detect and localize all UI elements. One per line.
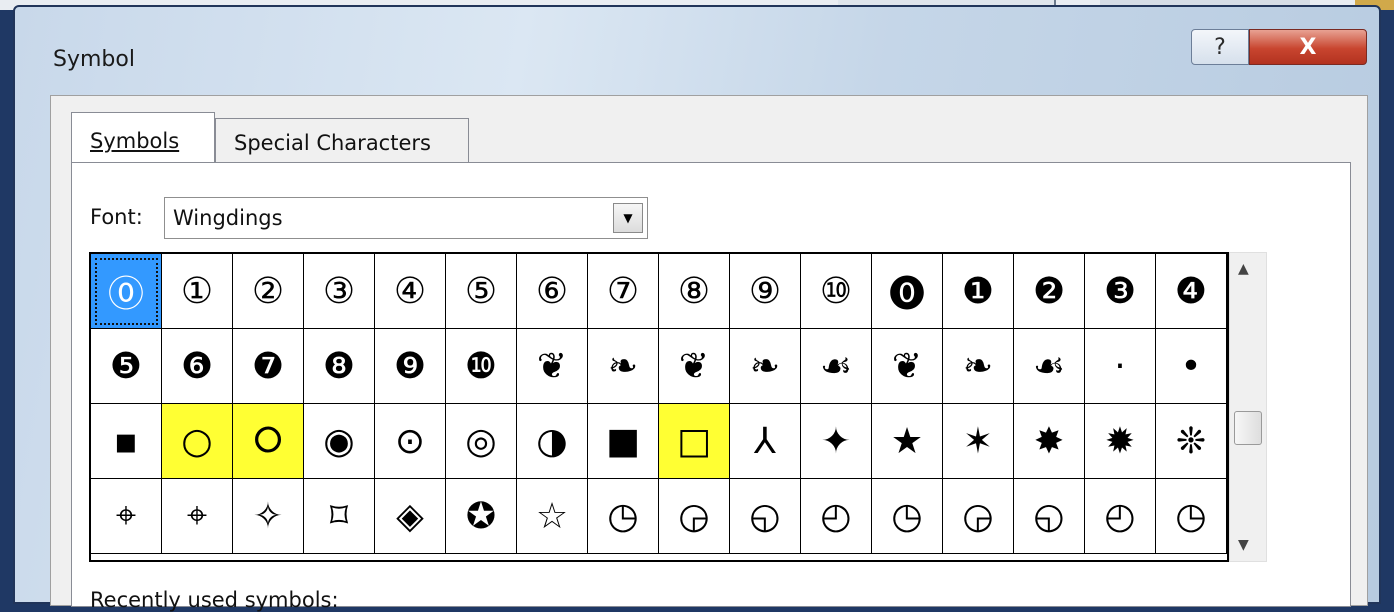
symbol-cell[interactable]: ◉ [304,404,375,479]
symbol-cell[interactable]: ② [233,254,304,329]
symbol-cell[interactable]: ❸ [1085,254,1156,329]
symbol-cell[interactable]: ④ [375,254,446,329]
symbol-cell[interactable]: ⌖ [162,479,233,554]
symbol-cell[interactable]: ⑤ [446,254,517,329]
close-button[interactable]: X [1249,29,1367,65]
title-bar[interactable]: Symbol ? X [15,7,1379,95]
symbol-cell[interactable]: ③ [304,254,375,329]
recently-used-label: Recently used symbols: [90,588,339,612]
symbol-cell[interactable]: ◶ [943,479,1014,554]
symbol-cell[interactable]: ◶ [659,479,730,554]
symbol-cell[interactable]: ❻ [162,329,233,404]
font-select[interactable]: Wingdings ▼ [164,197,648,239]
symbol-cell[interactable]: ❦ [872,329,943,404]
symbol-cell[interactable]: ❹ [1156,254,1227,329]
symbol-cell[interactable]: ⌖ [91,479,162,554]
symbol-cell[interactable]: ⑨ [730,254,801,329]
scroll-thumb[interactable] [1234,411,1262,445]
symbol-cell[interactable]: ★ [872,404,943,479]
symbol-cell[interactable]: ✧ [233,479,304,554]
font-select-value: Wingdings [173,206,283,230]
symbol-cell[interactable]: ⑥ [517,254,588,329]
symbol-cell[interactable]: ◷ [588,479,659,554]
symbol-cell[interactable]: ✸ [1014,404,1085,479]
symbol-cell[interactable]: ⓪ [91,254,162,329]
symbol-cell[interactable]: ✦ [801,404,872,479]
symbol-cell[interactable]: □ [659,404,730,479]
symbol-cell[interactable]: ✹ [1085,404,1156,479]
dialog-title: Symbol [53,47,135,72]
symbol-cell[interactable]: ❺ [91,329,162,404]
symbol-cell[interactable]: ❶ [943,254,1014,329]
tab-symbols-label: Symbols [90,129,180,153]
symbol-cell[interactable]: ❽ [304,329,375,404]
symbol-cell[interactable]: ⑩ [801,254,872,329]
tab-special-characters-label: Special Characters [234,131,431,155]
symbol-cell[interactable]: ❧ [588,329,659,404]
symbol-grid-scrollbar[interactable]: ▲ ▼ [1229,252,1267,562]
symbol-cell[interactable]: ☆ [517,479,588,554]
scroll-up-icon[interactable]: ▲ [1238,261,1249,277]
symbol-cell[interactable]: ✪ [446,479,517,554]
font-label: Font: [90,205,143,229]
symbol-cell[interactable]: • [1156,329,1227,404]
tab-symbols[interactable]: Symbols [71,112,215,164]
symbol-cell[interactable]: ❊ [1156,404,1227,479]
symbol-cell[interactable]: ◎ [446,404,517,479]
symbol-grid[interactable]: ⓪ ① ② ③ ④ ⑤ ⑥ ⑦ ⑧ ⑨ ⑩ ⓿ ❶ ❷ ❸ ❹ ❺ ❻ ❼ ❽ ❾ ❿ ❦ ❧ ❦ ❧ ☙ ❦ ❧ ☙ · • ▪ ○ ⭘ ◉ ⊙ ◎ ◑ ■… [89,252,1229,562]
symbol-dialog: Symbol ? X Symbols Special Characters Fo… [13,5,1381,612]
symbol-cell[interactable]: ⅄ [730,404,801,479]
chevron-down-icon[interactable]: ▼ [613,203,643,233]
symbols-tab-panel: Font: Wingdings ▼ ⓪①②③④⑤⑥⑦⑧⑨⑩⓿❶❷❸❹ ❺❻❼❽❾❿… [71,162,1351,612]
symbol-cell[interactable]: ○ [162,404,233,479]
symbol-cell[interactable]: ◵ [1014,479,1085,554]
symbol-cell[interactable]: ⑧ [659,254,730,329]
symbol-cell[interactable]: ❦ [659,329,730,404]
symbol-cell[interactable]: ◈ [375,479,446,554]
symbol-cell[interactable]: ◵ [730,479,801,554]
symbol-cell[interactable]: ◑ [517,404,588,479]
symbol-cell[interactable]: ⭘ [233,404,304,479]
symbol-cell[interactable]: ⑦ [588,254,659,329]
symbol-cell[interactable]: ◷ [1156,479,1227,554]
symbol-cell[interactable]: ❿ [446,329,517,404]
symbol-cell[interactable]: ✶ [943,404,1014,479]
symbol-cell[interactable]: ◷ [872,479,943,554]
symbol-cell[interactable]: ❾ [375,329,446,404]
symbol-cell[interactable]: ☙ [801,329,872,404]
scroll-down-icon[interactable]: ▼ [1238,537,1249,553]
tab-special-characters[interactable]: Special Characters [215,118,469,164]
help-button[interactable]: ? [1191,29,1249,65]
symbol-cell[interactable]: ◴ [801,479,872,554]
symbol-cell[interactable]: ▪ [91,404,162,479]
symbol-cell[interactable]: ■ [588,404,659,479]
symbol-cell[interactable]: ☙ [1014,329,1085,404]
symbol-cell[interactable]: ❦ [517,329,588,404]
symbol-cell[interactable]: ❼ [233,329,304,404]
symbol-cell[interactable]: · [1085,329,1156,404]
symbol-cell[interactable]: ⓿ [872,254,943,329]
symbol-cell[interactable]: ❧ [730,329,801,404]
symbol-cell[interactable]: ❧ [943,329,1014,404]
dialog-client-area: Symbols Special Characters Font: Wingdin… [50,95,1368,612]
symbol-cell[interactable]: ⊙ [375,404,446,479]
symbol-cell[interactable]: ◴ [1085,479,1156,554]
symbol-cell[interactable]: ① [162,254,233,329]
symbol-cell[interactable]: ⌑ [304,479,375,554]
symbol-cell[interactable]: ❷ [1014,254,1085,329]
